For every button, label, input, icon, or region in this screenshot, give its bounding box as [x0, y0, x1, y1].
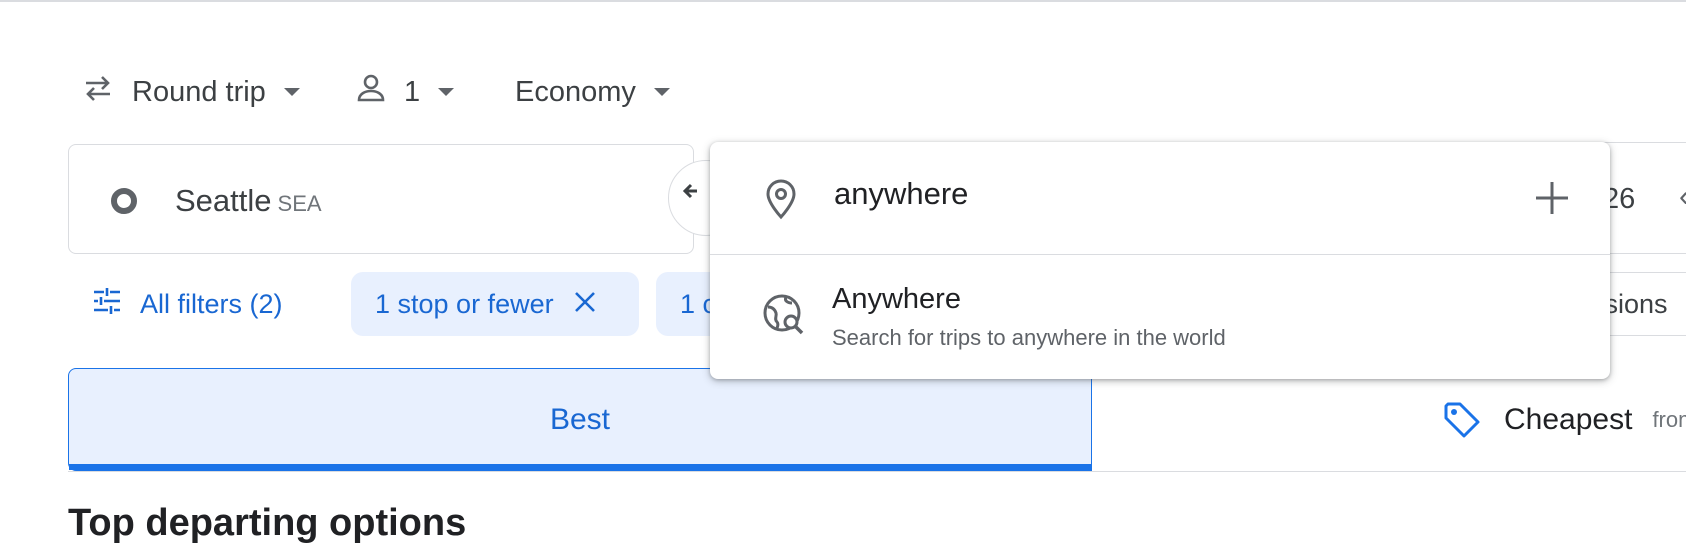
- destination-input[interactable]: [834, 176, 1434, 212]
- origin-city: Seattle: [175, 183, 272, 218]
- trip-type-select[interactable]: Round trip: [82, 70, 300, 114]
- origin-field[interactable]: Seattle SEA: [68, 144, 694, 254]
- top-divider: [0, 0, 1686, 2]
- suggestion-title: Anywhere: [832, 283, 961, 315]
- chevron-down-icon: [653, 88, 670, 96]
- cabin-class-select[interactable]: Economy: [515, 70, 670, 114]
- sort-tabs: Best Cheapest from: [68, 368, 1686, 472]
- active-tab-indicator: [69, 464, 1091, 470]
- destination-search-row: [710, 142, 1610, 255]
- tab-cheapest-label: Cheapest: [1504, 402, 1633, 436]
- origin-circle-icon: [111, 188, 137, 214]
- chevron-down-icon: [438, 88, 455, 96]
- origin-code: SEA: [277, 191, 322, 216]
- tab-best[interactable]: Best: [68, 368, 1092, 471]
- person-icon: [356, 73, 386, 111]
- globe-search-icon: [762, 293, 806, 342]
- all-filters-label: All filters (2): [140, 288, 283, 319]
- price-tag-icon: [1442, 400, 1482, 440]
- chevron-down-icon: [283, 88, 300, 96]
- location-pin-icon: [764, 178, 798, 225]
- tab-cheapest-from: from: [1652, 406, 1686, 432]
- tune-sliders-icon: [92, 286, 122, 323]
- cabin-class-label: Economy: [515, 75, 636, 108]
- origin-value: Seattle SEA: [175, 183, 322, 219]
- passengers-select[interactable]: 1: [356, 70, 455, 114]
- suggestion-anywhere[interactable]: Anywhere Search for trips to anywhere in…: [710, 255, 1610, 379]
- swap-arrows-icon: [82, 74, 114, 110]
- add-destination-icon[interactable]: [1534, 180, 1570, 221]
- passengers-count: 1: [404, 75, 421, 108]
- filter-chip-stops-label: 1 stop or fewer: [375, 288, 554, 319]
- suggestion-subtitle: Search for trips to anywhere in the worl…: [832, 325, 1226, 350]
- filter-chip-stops[interactable]: 1 stop or fewer: [351, 272, 639, 336]
- page-section-title: Top departing options: [68, 502, 467, 544]
- close-icon[interactable]: [574, 289, 596, 320]
- destination-dropdown: Anywhere Search for trips to anywhere in…: [710, 142, 1610, 379]
- tab-cheapest[interactable]: Cheapest from: [1092, 368, 1686, 471]
- all-filters-button[interactable]: All filters (2): [92, 272, 283, 336]
- tab-best-label: Best: [549, 402, 611, 436]
- chevron-left-icon[interactable]: ‹: [1679, 180, 1686, 214]
- trip-type-label: Round trip: [132, 75, 266, 108]
